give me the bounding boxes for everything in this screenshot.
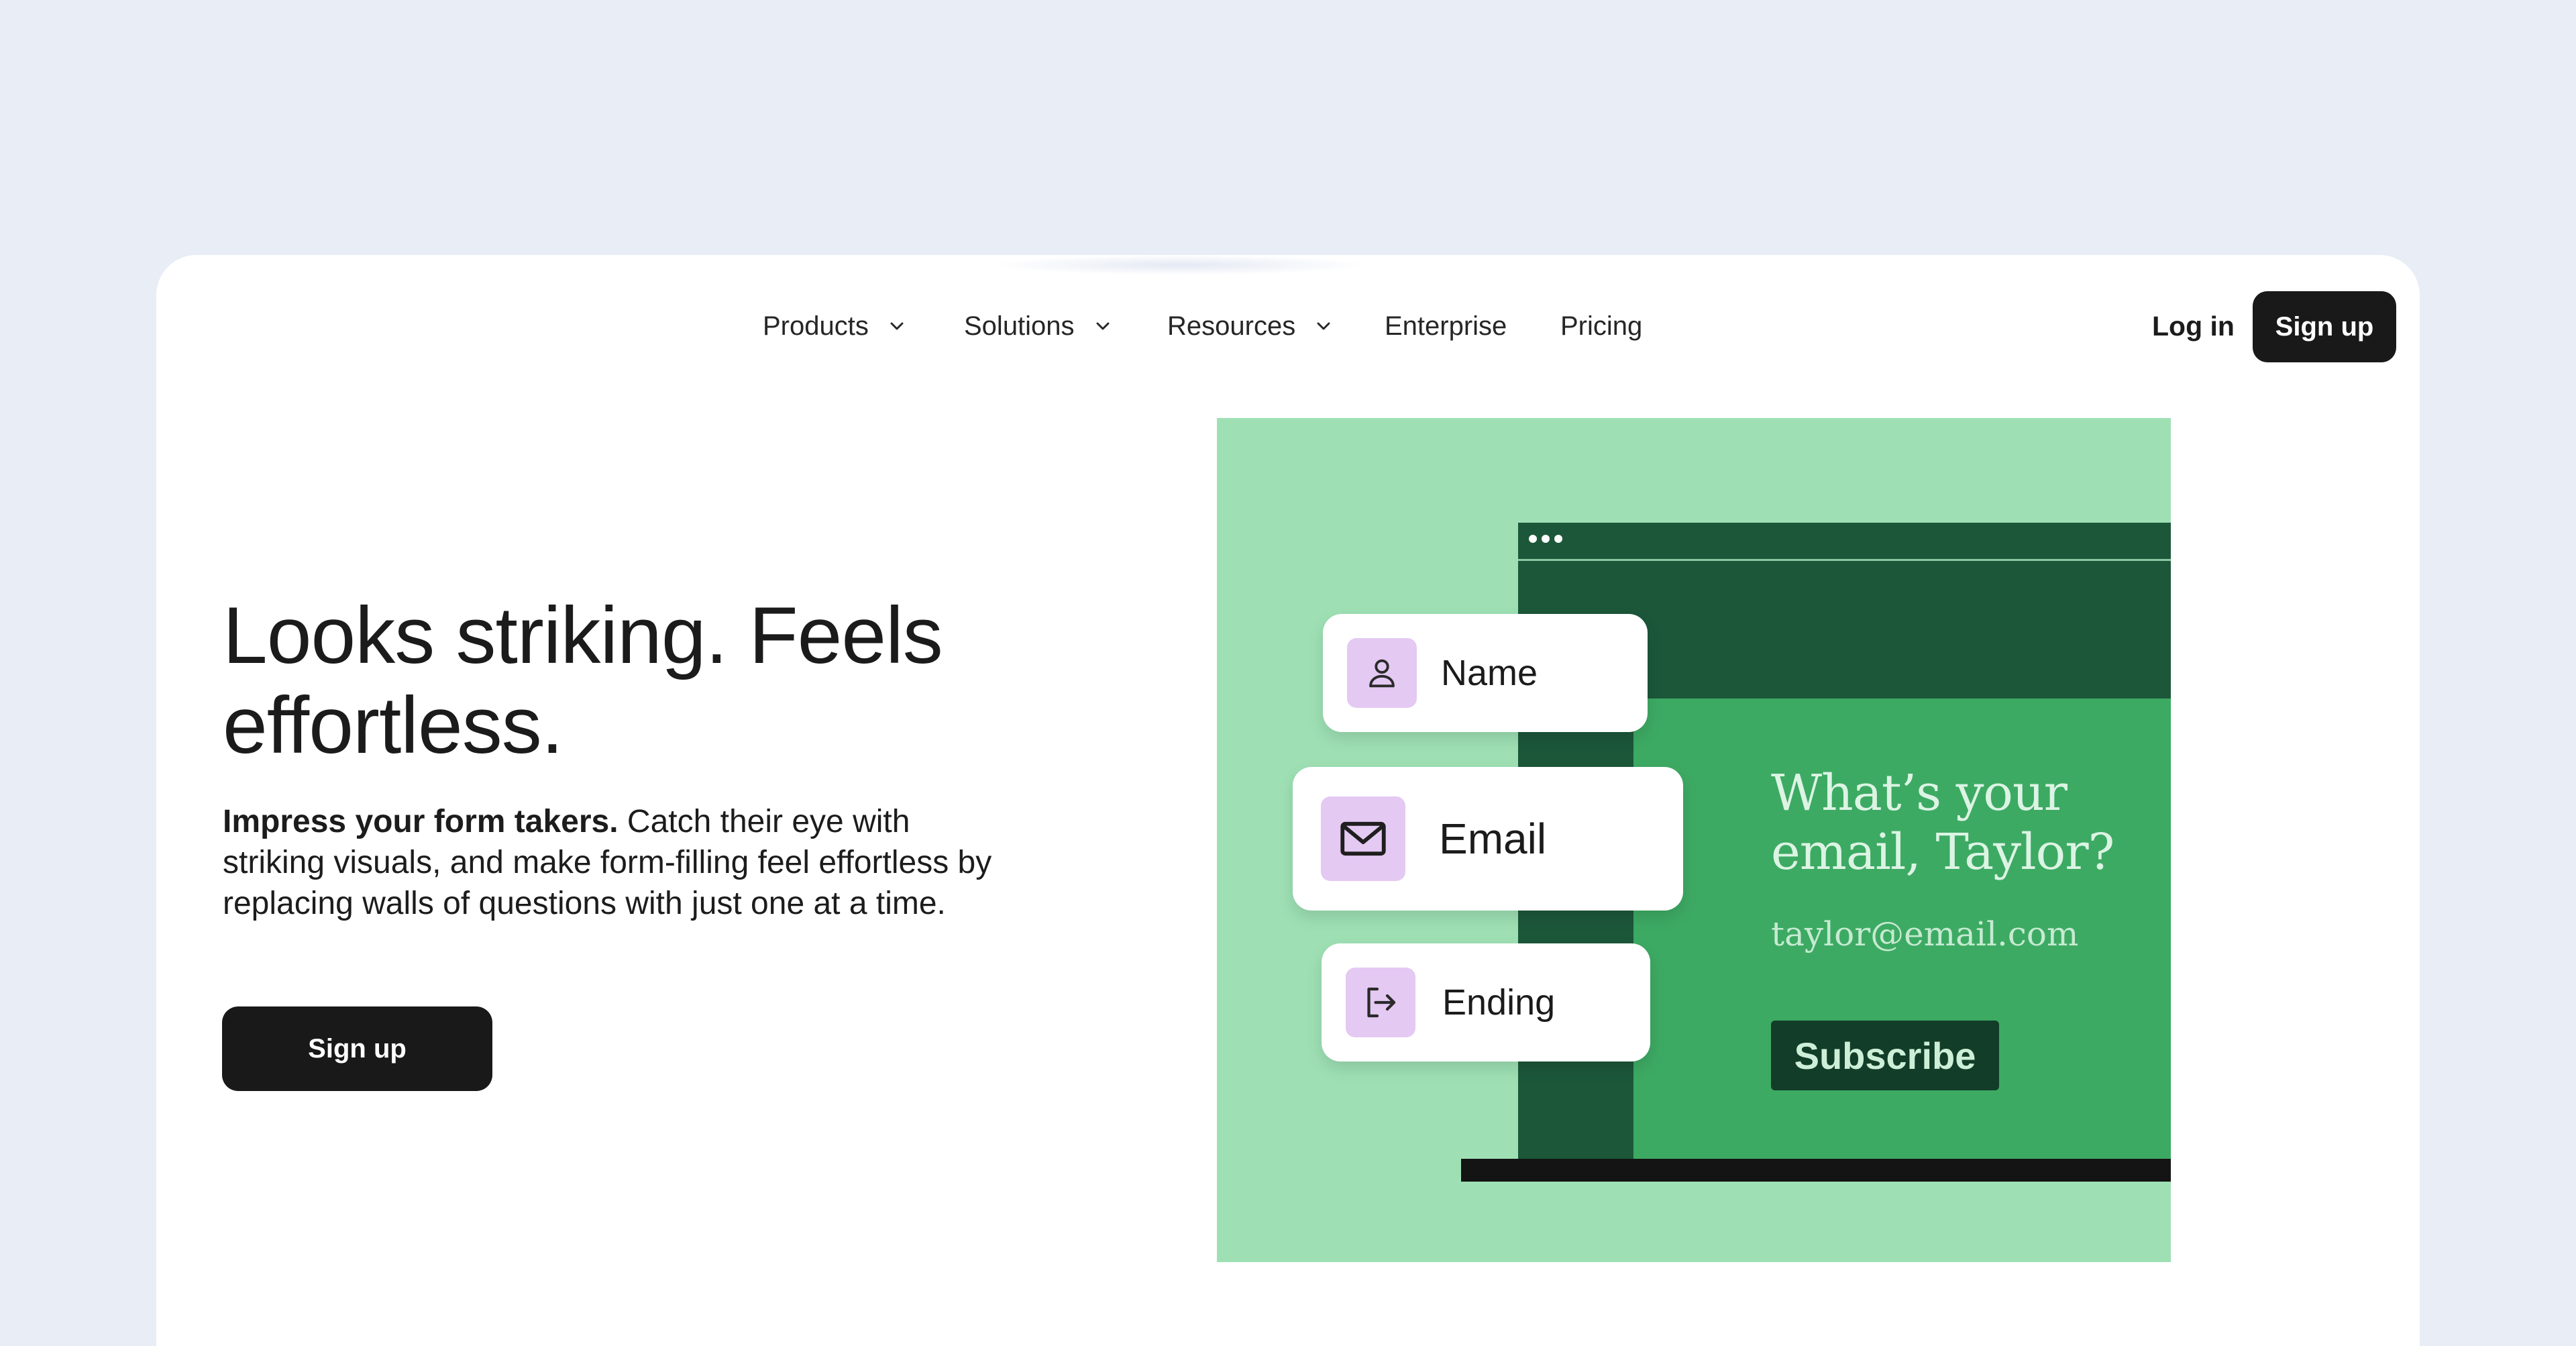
chevron-down-icon bbox=[1092, 315, 1114, 337]
hero-description-lead: Impress your form takers. bbox=[223, 804, 619, 839]
field-chip-label: Name bbox=[1441, 653, 1538, 693]
window-base-bar bbox=[1461, 1159, 2171, 1182]
nav-item-pricing[interactable]: Pricing bbox=[1560, 306, 1642, 346]
person-icon bbox=[1347, 638, 1417, 708]
subscribe-button: Subscribe bbox=[1771, 1021, 1999, 1090]
form-question: What’s your email, Taylor? bbox=[1771, 764, 2114, 881]
hero-description: Impress your form takers. Catch their ey… bbox=[223, 801, 994, 924]
field-chip-label: Ending bbox=[1442, 982, 1556, 1023]
form-answer: taylor@email.com bbox=[1771, 915, 2079, 953]
field-chip-ending: Ending bbox=[1322, 943, 1650, 1062]
nav-item-products[interactable]: Products bbox=[763, 306, 908, 346]
window-divider bbox=[1518, 559, 2171, 561]
page: Products Solutions Resources Enterprise … bbox=[0, 0, 2576, 1346]
nav-item-label: Pricing bbox=[1560, 311, 1643, 341]
chevron-down-icon bbox=[886, 315, 908, 337]
hero-signup-button[interactable]: Sign up bbox=[222, 1006, 492, 1091]
field-chip-email: Email bbox=[1293, 767, 1683, 911]
field-chip-label: Email bbox=[1439, 815, 1547, 863]
hero-title: Looks striking. Feels effortless. bbox=[223, 590, 943, 770]
field-chip-name: Name bbox=[1323, 614, 1648, 732]
nav-item-label: Products bbox=[763, 311, 869, 341]
nav-item-label: Enterprise bbox=[1385, 311, 1507, 341]
nav-signup-button[interactable]: Sign up bbox=[2253, 291, 2396, 362]
nav-item-enterprise[interactable]: Enterprise bbox=[1385, 306, 1507, 346]
nav-item-label: Solutions bbox=[964, 311, 1075, 341]
nav-item-solutions[interactable]: Solutions bbox=[964, 306, 1114, 346]
chevron-down-icon bbox=[1313, 315, 1334, 337]
nav-item-resources[interactable]: Resources bbox=[1167, 306, 1334, 346]
envelope-icon bbox=[1321, 796, 1405, 881]
nav-item-label: Resources bbox=[1167, 311, 1296, 341]
window-dots-icon bbox=[1529, 535, 1562, 543]
card-highlight bbox=[993, 255, 1368, 275]
exit-icon bbox=[1346, 968, 1415, 1037]
login-link[interactable]: Log in bbox=[2152, 306, 2235, 346]
hero-illustration: What’s your email, Taylor? taylor@email.… bbox=[1217, 418, 2171, 1262]
